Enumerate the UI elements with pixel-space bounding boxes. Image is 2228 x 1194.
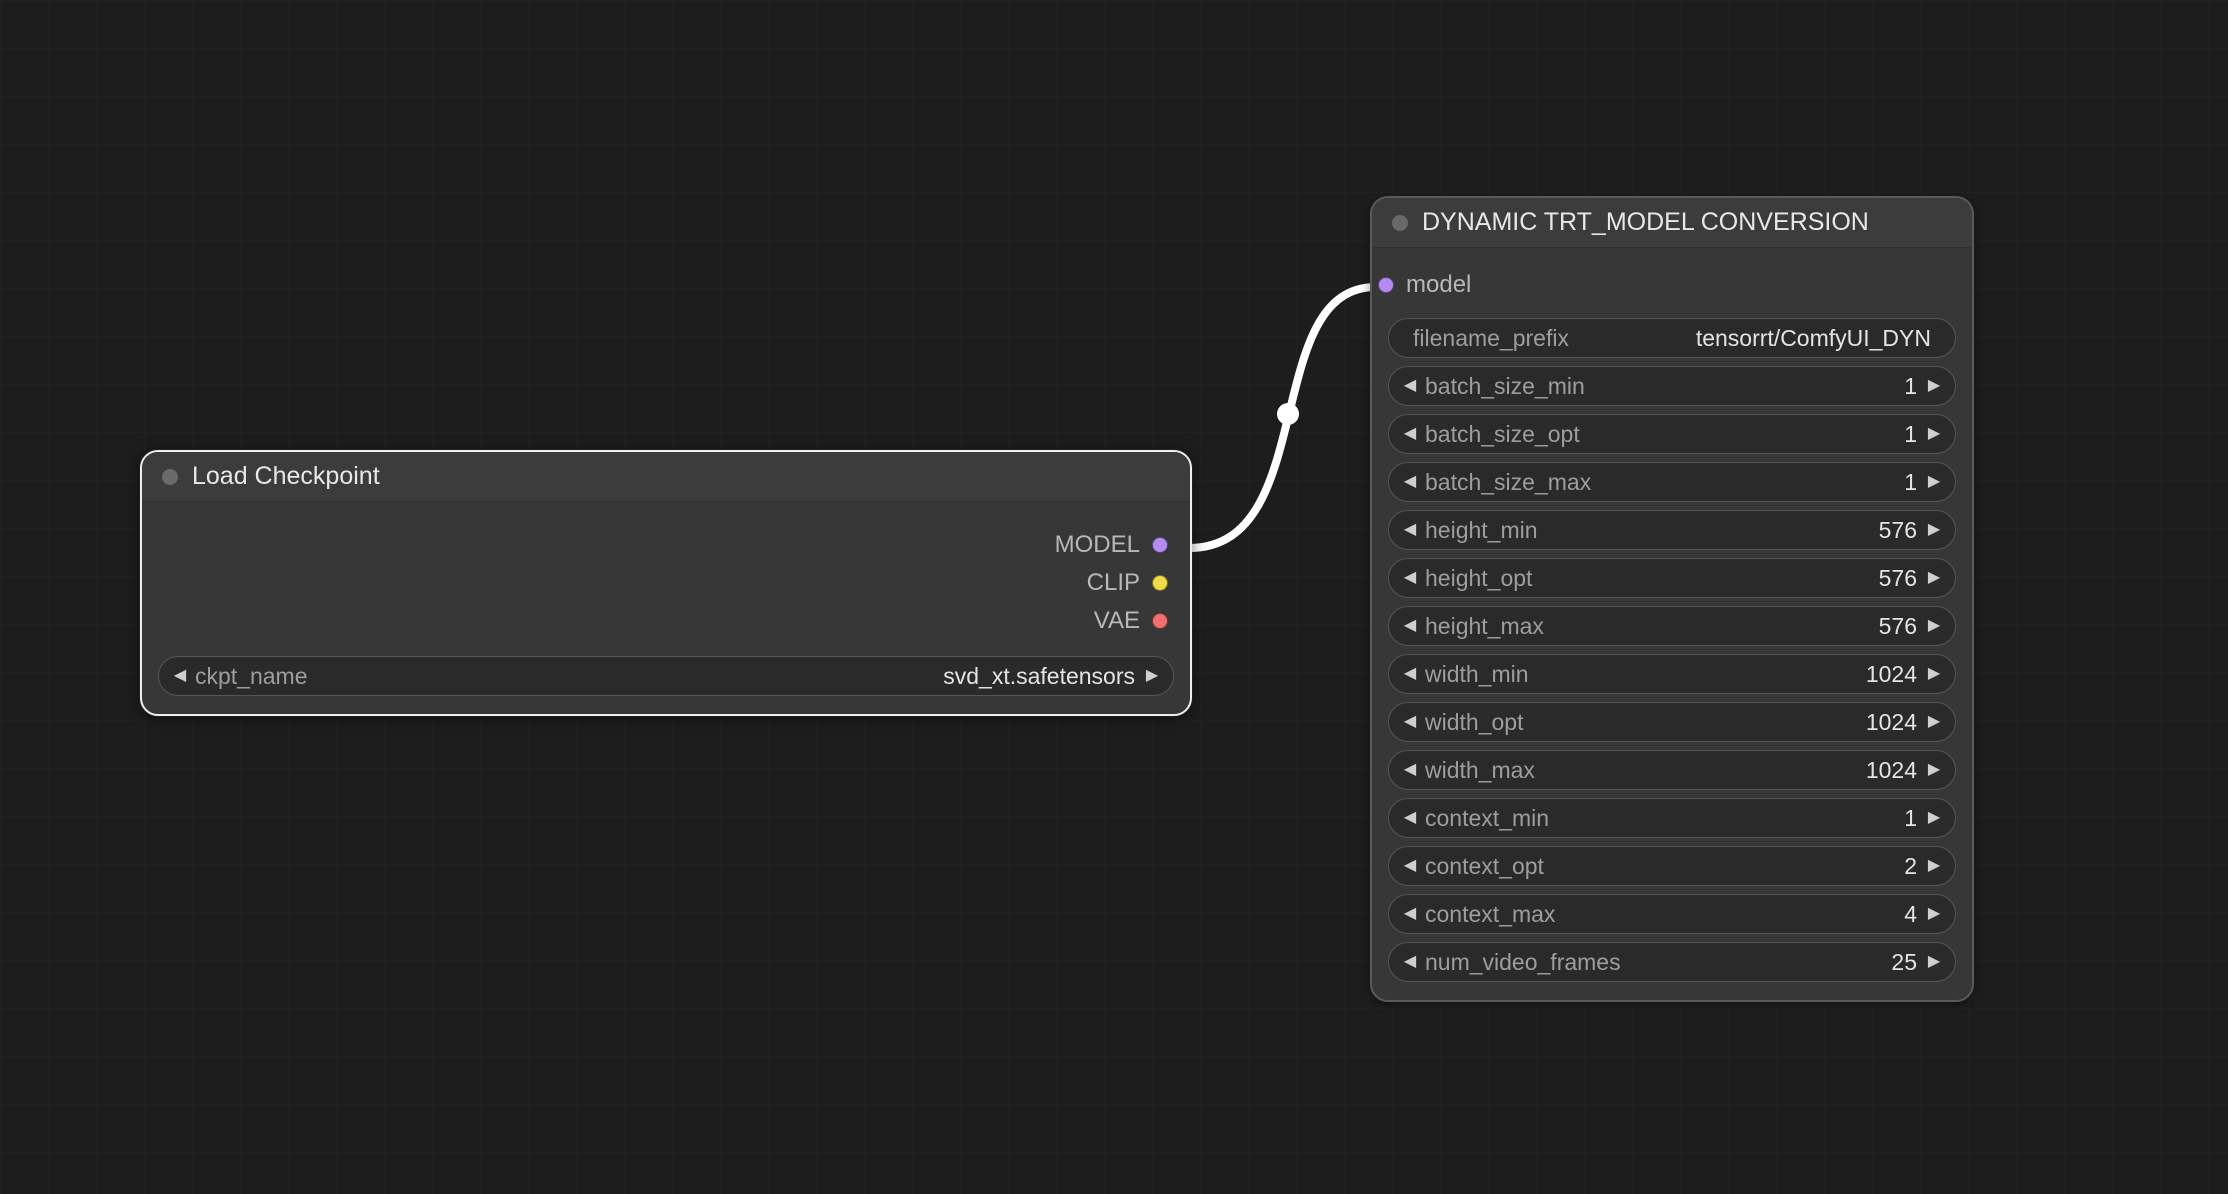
widget-height-min[interactable]: ◀height_min 576 ▶ bbox=[1388, 510, 1956, 550]
widget-value: 4 bbox=[1904, 901, 1917, 928]
widget-label: height_min bbox=[1425, 517, 1538, 544]
widget-label: num_video_frames bbox=[1425, 949, 1621, 976]
chevron-left-icon[interactable]: ◀ bbox=[1399, 618, 1421, 634]
widget-value: 1024 bbox=[1866, 661, 1917, 688]
chevron-right-icon[interactable]: ▶ bbox=[1923, 858, 1945, 874]
chevron-right-icon[interactable]: ▶ bbox=[1923, 666, 1945, 682]
node-load-checkpoint[interactable]: Load Checkpoint MODEL CLIP VAE ◀ ckpt_na… bbox=[140, 450, 1192, 716]
widget-value: tensorrt/ComfyUI_DYN bbox=[1696, 325, 1931, 352]
widget-value: 1 bbox=[1904, 805, 1917, 832]
chevron-left-icon[interactable]: ◀ bbox=[1399, 522, 1421, 538]
node-title: Load Checkpoint bbox=[192, 464, 380, 489]
widget-label: width_opt bbox=[1425, 709, 1523, 736]
output-port-model[interactable]: MODEL bbox=[158, 526, 1168, 564]
output-port-clip[interactable]: CLIP bbox=[158, 564, 1168, 602]
output-ports: MODEL CLIP VAE bbox=[158, 512, 1174, 648]
node-header[interactable]: Load Checkpoint bbox=[142, 452, 1190, 502]
port-dot-model-icon[interactable] bbox=[1152, 537, 1168, 553]
chevron-left-icon[interactable]: ◀ bbox=[1399, 858, 1421, 874]
widget-label: height_opt bbox=[1425, 565, 1532, 592]
widget-label: batch_size_opt bbox=[1425, 421, 1580, 448]
chevron-left-icon[interactable]: ◀ bbox=[1399, 954, 1421, 970]
port-label: model bbox=[1406, 271, 1471, 299]
widget-label: ckpt_name bbox=[195, 663, 308, 690]
widget-label: batch_size_max bbox=[1425, 469, 1591, 496]
chevron-right-icon[interactable]: ▶ bbox=[1141, 668, 1163, 684]
widget-value: svd_xt.safetensors bbox=[943, 663, 1135, 690]
chevron-right-icon[interactable]: ▶ bbox=[1923, 618, 1945, 634]
widget-width-opt[interactable]: ◀width_opt 1024 ▶ bbox=[1388, 702, 1956, 742]
input-ports: model bbox=[1388, 260, 1956, 310]
widget-label: width_min bbox=[1425, 661, 1529, 688]
widget-label: context_min bbox=[1425, 805, 1549, 832]
widget-label: batch_size_min bbox=[1425, 373, 1585, 400]
chevron-left-icon[interactable]: ◀ bbox=[1399, 762, 1421, 778]
widget-value: 2 bbox=[1904, 853, 1917, 880]
widget-value: 576 bbox=[1879, 565, 1917, 592]
widget-label: height_max bbox=[1425, 613, 1544, 640]
widget-label: context_opt bbox=[1425, 853, 1544, 880]
port-dot-model-icon[interactable] bbox=[1378, 277, 1394, 293]
node-title: DYNAMIC TRT_MODEL CONVERSION bbox=[1422, 210, 1869, 235]
chevron-right-icon[interactable]: ▶ bbox=[1923, 426, 1945, 442]
widget-value: 1024 bbox=[1866, 709, 1917, 736]
port-dot-vae-icon[interactable] bbox=[1152, 613, 1168, 629]
widget-batch-size-max[interactable]: ◀batch_size_max 1 ▶ bbox=[1388, 462, 1956, 502]
widget-label: context_max bbox=[1425, 901, 1555, 928]
widget-label: filename_prefix bbox=[1413, 325, 1569, 352]
chevron-right-icon[interactable]: ▶ bbox=[1923, 570, 1945, 586]
chevron-right-icon[interactable]: ▶ bbox=[1923, 714, 1945, 730]
chevron-right-icon[interactable]: ▶ bbox=[1923, 762, 1945, 778]
port-dot-clip-icon[interactable] bbox=[1152, 575, 1168, 591]
widget-context-opt[interactable]: ◀context_opt 2 ▶ bbox=[1388, 846, 1956, 886]
chevron-left-icon[interactable]: ◀ bbox=[1399, 474, 1421, 490]
node-body: model filename_prefix tensorrt/ComfyUI_D… bbox=[1372, 248, 1972, 1000]
node-header[interactable]: DYNAMIC TRT_MODEL CONVERSION bbox=[1372, 198, 1972, 248]
chevron-right-icon[interactable]: ▶ bbox=[1923, 378, 1945, 394]
output-port-vae[interactable]: VAE bbox=[158, 602, 1168, 640]
chevron-right-icon[interactable]: ▶ bbox=[1923, 810, 1945, 826]
widget-num-video-frames[interactable]: ◀num_video_frames 25 ▶ bbox=[1388, 942, 1956, 982]
chevron-left-icon[interactable]: ◀ bbox=[1399, 810, 1421, 826]
port-label: CLIP bbox=[1087, 569, 1140, 597]
widget-height-opt[interactable]: ◀height_opt 576 ▶ bbox=[1388, 558, 1956, 598]
node-body: MODEL CLIP VAE ◀ ckpt_name svd_xt.safete… bbox=[142, 502, 1190, 714]
widget-value: 1 bbox=[1904, 373, 1917, 400]
collapse-dot-icon[interactable] bbox=[162, 469, 178, 485]
node-dynamic-trt[interactable]: DYNAMIC TRT_MODEL CONVERSION model filen… bbox=[1370, 196, 1974, 1002]
widget-width-max[interactable]: ◀width_max 1024 ▶ bbox=[1388, 750, 1956, 790]
chevron-left-icon[interactable]: ◀ bbox=[1399, 426, 1421, 442]
chevron-right-icon[interactable]: ▶ bbox=[1923, 474, 1945, 490]
widget-label: width_max bbox=[1425, 757, 1535, 784]
port-label: MODEL bbox=[1055, 531, 1140, 559]
widget-batch-size-min[interactable]: ◀batch_size_min 1 ▶ bbox=[1388, 366, 1956, 406]
widget-context-max[interactable]: ◀context_max 4 ▶ bbox=[1388, 894, 1956, 934]
chevron-left-icon[interactable]: ◀ bbox=[1399, 714, 1421, 730]
widget-value: 1 bbox=[1904, 421, 1917, 448]
widget-width-min[interactable]: ◀width_min 1024 ▶ bbox=[1388, 654, 1956, 694]
chevron-left-icon[interactable]: ◀ bbox=[1399, 666, 1421, 682]
widget-filename-prefix[interactable]: filename_prefix tensorrt/ComfyUI_DYN bbox=[1388, 318, 1956, 358]
chevron-left-icon[interactable]: ◀ bbox=[1399, 570, 1421, 586]
widget-batch-size-opt[interactable]: ◀batch_size_opt 1 ▶ bbox=[1388, 414, 1956, 454]
collapse-dot-icon[interactable] bbox=[1392, 215, 1408, 231]
chevron-right-icon[interactable]: ▶ bbox=[1923, 954, 1945, 970]
widget-ckpt-name[interactable]: ◀ ckpt_name svd_xt.safetensors ▶ bbox=[158, 656, 1174, 696]
widget-value: 1024 bbox=[1866, 757, 1917, 784]
chevron-right-icon[interactable]: ▶ bbox=[1923, 522, 1945, 538]
input-port-model[interactable]: model bbox=[1378, 266, 1950, 304]
port-label: VAE bbox=[1094, 607, 1140, 635]
widget-context-min[interactable]: ◀context_min 1 ▶ bbox=[1388, 798, 1956, 838]
widget-height-max[interactable]: ◀height_max 576 ▶ bbox=[1388, 606, 1956, 646]
chevron-right-icon[interactable]: ▶ bbox=[1923, 906, 1945, 922]
chevron-left-icon[interactable]: ◀ bbox=[1399, 906, 1421, 922]
widget-value: 576 bbox=[1879, 613, 1917, 640]
chevron-left-icon[interactable]: ◀ bbox=[169, 668, 191, 684]
widget-value: 25 bbox=[1891, 949, 1917, 976]
widget-value: 576 bbox=[1879, 517, 1917, 544]
chevron-left-icon[interactable]: ◀ bbox=[1399, 378, 1421, 394]
widget-value: 1 bbox=[1904, 469, 1917, 496]
